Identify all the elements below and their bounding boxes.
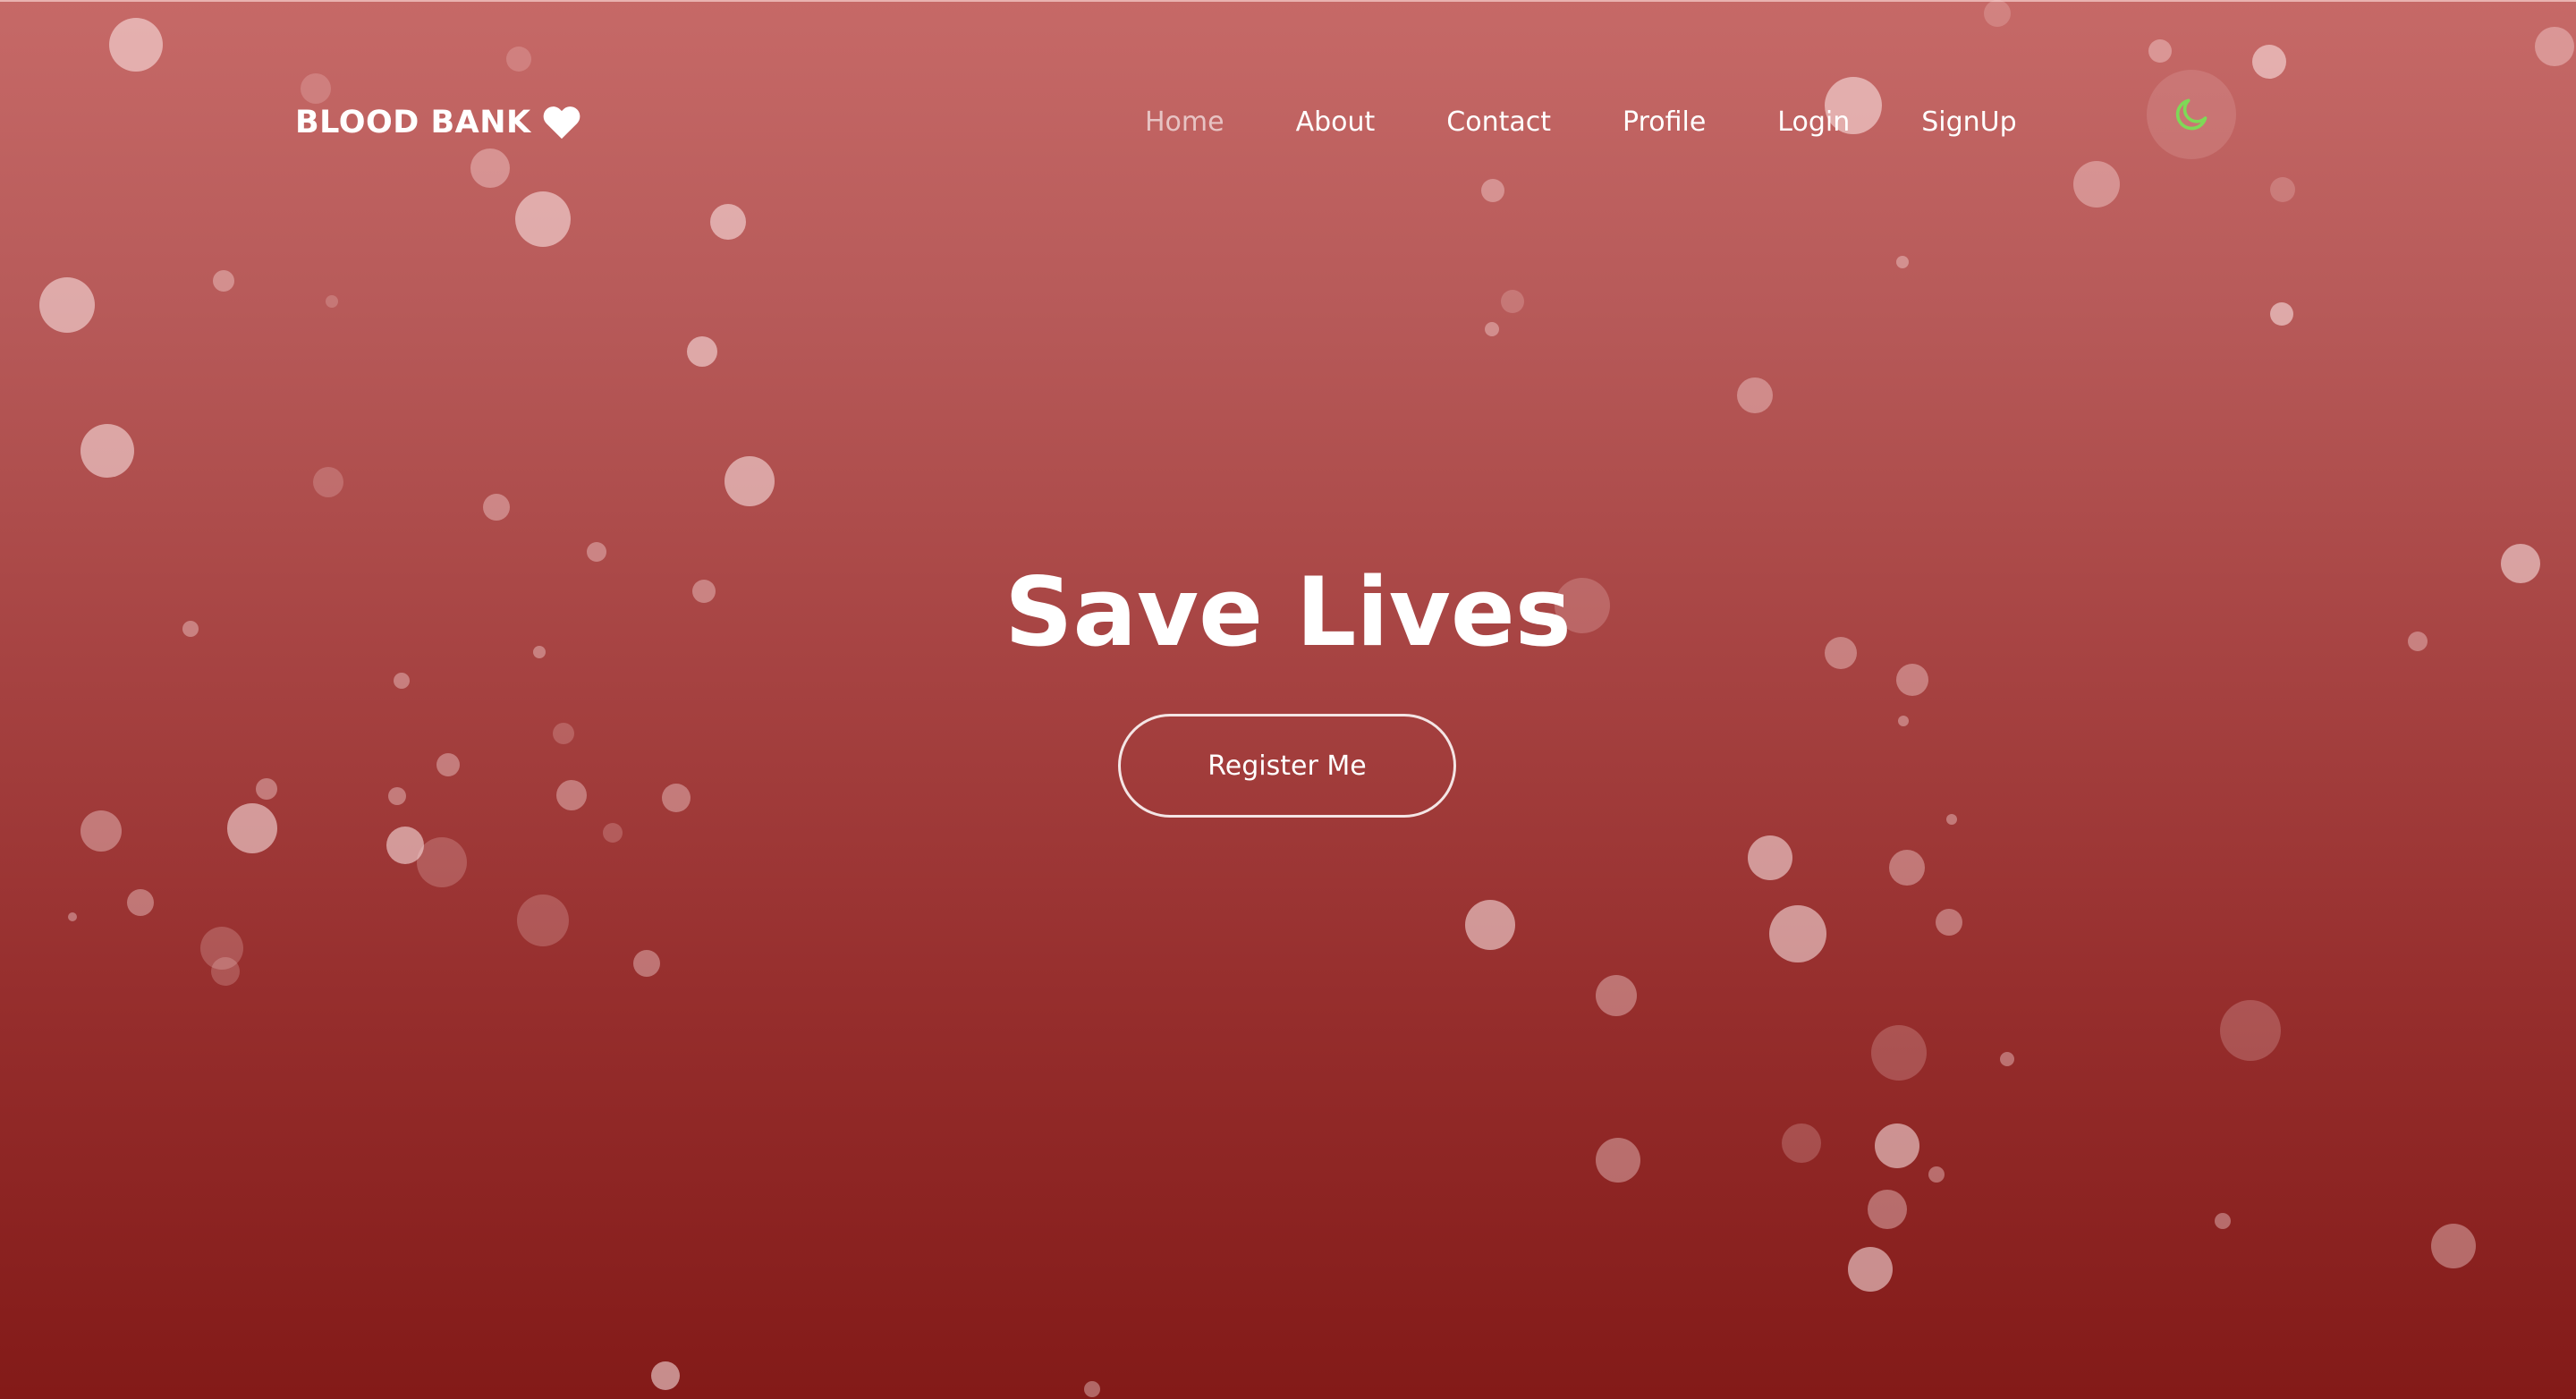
bubble <box>517 895 569 946</box>
nav-signup[interactable]: SignUp <box>1921 106 2016 138</box>
bubble <box>1465 900 1515 950</box>
bubble <box>109 18 163 72</box>
nav-login[interactable]: Login <box>1777 106 1850 138</box>
bubble <box>127 889 154 916</box>
bubble <box>1596 1138 1640 1183</box>
bubble <box>80 810 122 852</box>
nav-about[interactable]: About <box>1296 106 1376 138</box>
bubble <box>213 270 234 292</box>
bubble <box>301 73 331 104</box>
bubble <box>506 47 531 72</box>
bubble <box>326 295 338 308</box>
bubble <box>2535 27 2574 66</box>
bubble <box>1871 1025 1927 1081</box>
brand-logo[interactable]: BLOOD BANK <box>295 100 581 145</box>
bubble <box>1889 850 1925 886</box>
bubble <box>710 204 746 240</box>
bubble <box>553 723 574 744</box>
bubble <box>227 803 277 853</box>
bubble <box>211 957 240 986</box>
bubble <box>1848 1247 1893 1292</box>
main-nav: Home About Contact Profile Login SignUp <box>1145 97 2017 147</box>
bubble <box>662 784 691 812</box>
bubble <box>2220 1000 2281 1061</box>
bubble <box>1928 1166 1945 1183</box>
bubble <box>1782 1123 1821 1163</box>
nav-home[interactable]: Home <box>1145 106 1224 138</box>
moon-icon <box>2172 95 2211 134</box>
bubble <box>39 277 95 333</box>
bubble <box>1936 909 1962 936</box>
bubble <box>256 778 277 800</box>
bubble <box>80 424 134 478</box>
bubble <box>687 336 717 367</box>
bubble <box>2148 39 2172 63</box>
bubble <box>2270 177 2295 202</box>
bubble <box>2270 302 2293 326</box>
bubble <box>1596 975 1637 1016</box>
bubble <box>651 1361 680 1390</box>
bubble <box>483 494 510 521</box>
bubble <box>388 787 406 805</box>
bubble <box>1898 716 1909 726</box>
hero-title: Save Lives <box>1004 557 1572 667</box>
heart-icon <box>542 105 581 140</box>
nav-contact[interactable]: Contact <box>1446 106 1551 138</box>
bubble <box>1946 814 1957 825</box>
bubble <box>1084 1381 1100 1397</box>
bubble <box>1748 835 1792 880</box>
bubble <box>603 823 623 843</box>
bubble <box>1769 905 1826 962</box>
bubble <box>1481 179 1504 202</box>
bubble <box>68 912 77 921</box>
bubble <box>2431 1224 2476 1268</box>
bubble <box>2215 1213 2231 1229</box>
hero-section: BLOOD BANK Home About Contact Profile Lo… <box>0 0 2576 1399</box>
bubble <box>436 753 460 776</box>
bubble <box>1737 377 1773 413</box>
bubble <box>1875 1123 1919 1168</box>
bubble <box>1868 1190 1907 1229</box>
bubble <box>1485 322 1499 336</box>
bubble <box>417 837 467 887</box>
nav-profile[interactable]: Profile <box>1623 106 1706 138</box>
bubble <box>2073 161 2120 208</box>
bubble <box>1984 0 2011 27</box>
bubble <box>556 780 587 810</box>
bubble <box>515 191 571 247</box>
bubble <box>2252 45 2286 79</box>
bubble <box>1896 256 1909 268</box>
bubble <box>633 950 660 977</box>
bubble <box>1501 290 1524 313</box>
bubble <box>470 148 510 188</box>
bubble <box>2000 1052 2014 1066</box>
brand-name: BLOOD BANK <box>295 105 531 140</box>
top-border <box>0 0 2576 2</box>
bubble <box>724 456 775 506</box>
bubble <box>313 467 343 497</box>
theme-toggle-button[interactable] <box>2147 70 2236 159</box>
register-button[interactable]: Register Me <box>1118 714 1456 818</box>
